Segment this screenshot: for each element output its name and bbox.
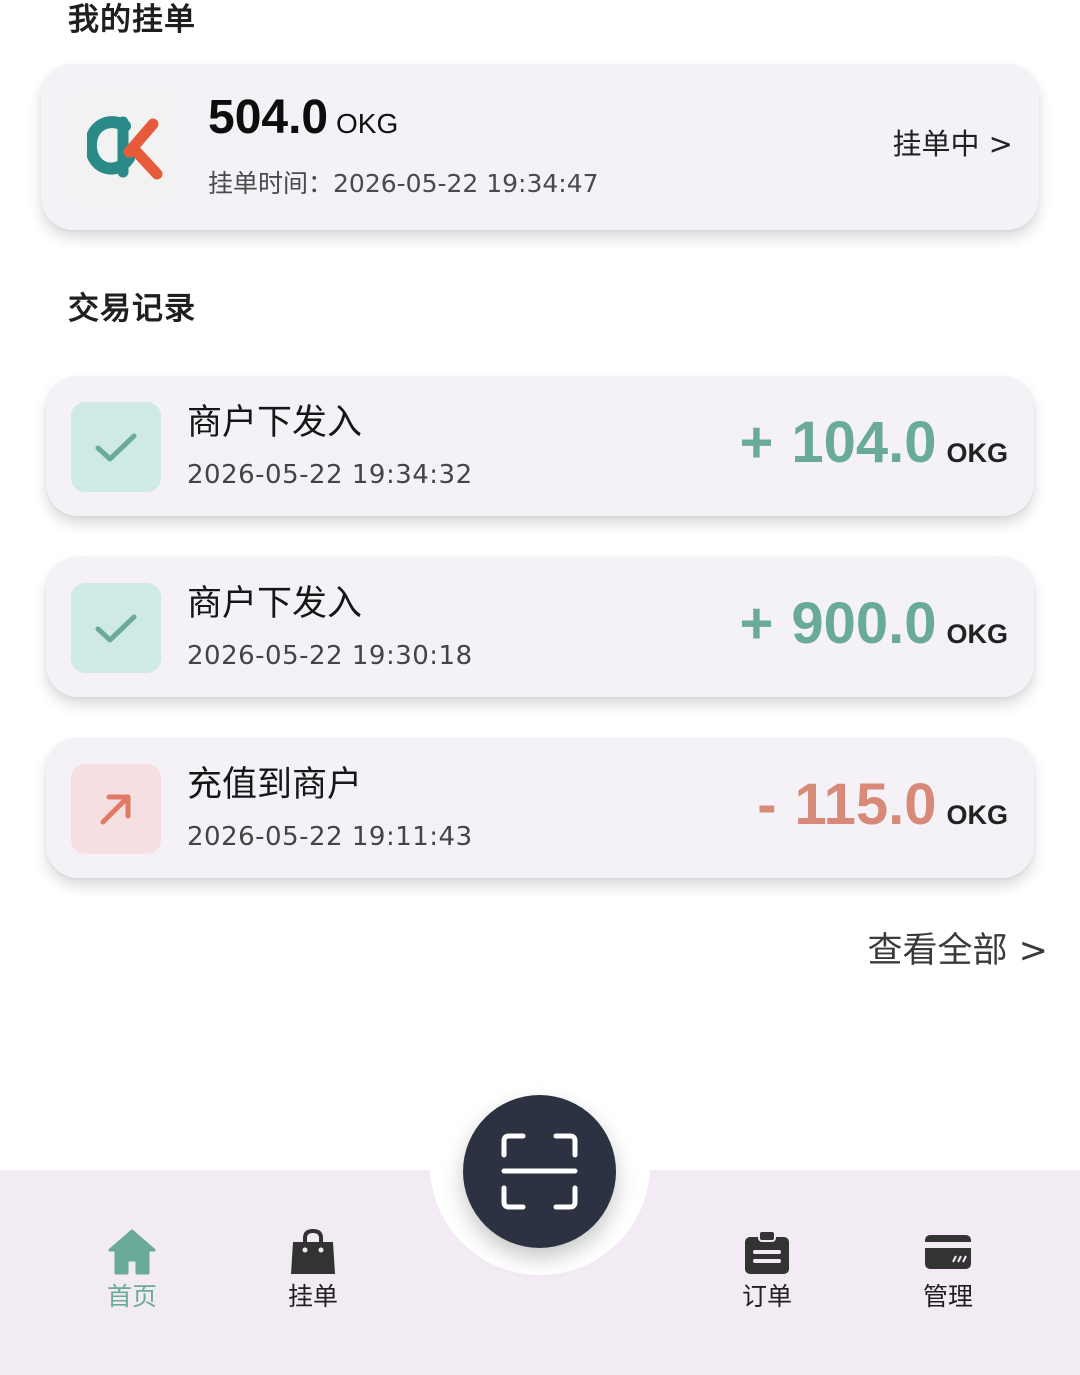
- order-status-link[interactable]: 挂单中 >: [892, 130, 1013, 159]
- order-amount: 504.0: [208, 91, 329, 144]
- order-time: 挂单时间：2026-05-22 19:34:47: [208, 171, 599, 196]
- ok-logo-icon: [67, 90, 181, 204]
- clipboard-icon: [745, 1230, 789, 1274]
- transaction-row[interactable]: 充值到商户 2026-05-22 19:11:43 -115.0 OKG: [46, 738, 1034, 878]
- transaction-time: 2026-05-22 19:30:18: [187, 641, 473, 671]
- transactions-title: 交易记录: [68, 291, 196, 327]
- transaction-row[interactable]: 商户下发入 2026-05-22 19:30:18 +900.0 OKG: [46, 557, 1034, 697]
- my-orders-title: 我的挂单: [68, 2, 196, 38]
- order-time-label: 挂单时间：: [208, 169, 334, 198]
- home-page: 我的挂单 504.0 OKG 挂单时间：2026-05-22 19:34:47 …: [0, 0, 1080, 1375]
- nav-item-orders[interactable]: 订单: [707, 1228, 827, 1309]
- transaction-time: 2026-05-22 19:34:32: [187, 460, 473, 490]
- view-all-link[interactable]: 查看全部 >: [868, 934, 1048, 969]
- transaction-unit: OKG: [946, 438, 1008, 468]
- nav-item-manage[interactable]: 管理: [888, 1228, 1008, 1309]
- scan-button[interactable]: [463, 1095, 616, 1248]
- card-icon: [925, 1235, 971, 1269]
- check-icon: [71, 402, 161, 492]
- scan-icon: [501, 1133, 578, 1210]
- shopping-bag-icon: [291, 1228, 335, 1274]
- transaction-title: 充值到商户: [187, 765, 363, 805]
- nav-label-orders: 订单: [741, 1282, 792, 1311]
- order-unit: OKG: [336, 108, 399, 139]
- order-time-value: 2026-05-22 19:34:47: [333, 169, 599, 198]
- transaction-sign: +: [739, 591, 774, 656]
- nav-item-orders-listing[interactable]: 挂单: [253, 1228, 373, 1309]
- transaction-amount: +104.0 OKG: [739, 414, 1008, 472]
- transaction-value: 104.0: [791, 410, 937, 475]
- order-card[interactable]: 504.0 OKG 挂单时间：2026-05-22 19:34:47 挂单中 >: [41, 64, 1039, 230]
- check-icon: [71, 583, 161, 673]
- nav-item-home[interactable]: 首页: [72, 1228, 192, 1309]
- transaction-sign: -: [757, 772, 777, 837]
- arrow-up-right-icon: [71, 764, 161, 854]
- nav-label-manage: 管理: [922, 1282, 973, 1311]
- transaction-time: 2026-05-22 19:11:43: [187, 822, 473, 852]
- transaction-amount: +900.0 OKG: [739, 595, 1008, 653]
- transaction-title: 商户下发入: [187, 403, 363, 443]
- transaction-unit: OKG: [946, 800, 1008, 830]
- transaction-amount: -115.0 OKG: [757, 776, 1008, 834]
- home-icon: [108, 1229, 156, 1275]
- transaction-value: 900.0: [791, 591, 937, 656]
- transaction-sign: +: [739, 410, 774, 475]
- nav-label-listing: 挂单: [287, 1282, 338, 1311]
- nav-label-home: 首页: [106, 1282, 157, 1311]
- transaction-title: 商户下发入: [187, 584, 363, 624]
- transaction-value: 115.0: [794, 772, 937, 837]
- transaction-row[interactable]: 商户下发入 2026-05-22 19:34:32 +104.0 OKG: [46, 376, 1034, 516]
- transaction-unit: OKG: [946, 619, 1008, 649]
